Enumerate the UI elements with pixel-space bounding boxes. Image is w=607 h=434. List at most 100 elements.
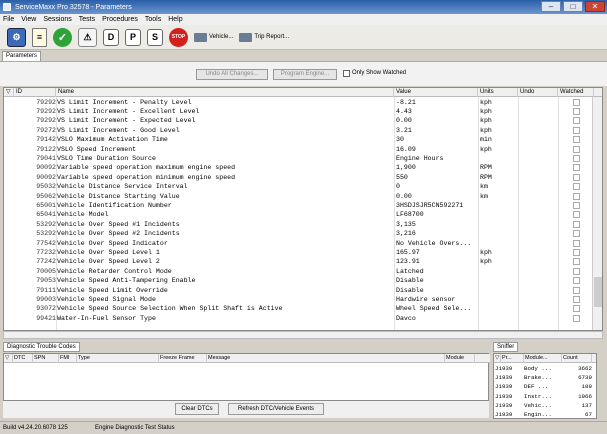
scroll-thumb[interactable] (594, 277, 602, 307)
watched-checkbox[interactable] (573, 117, 580, 125)
table-row[interactable]: 93072 Vehicle Speed Source Selection When… (4, 304, 594, 313)
check-icon[interactable]: ✓ (53, 27, 72, 47)
column-dtc[interactable]: DTC (13, 354, 33, 363)
parameters-scrollbar[interactable] (592, 97, 602, 330)
watched-checkbox[interactable] (573, 173, 580, 181)
column-name[interactable]: Name (56, 88, 394, 97)
vehicle-button[interactable]: Vehicle... (194, 32, 233, 42)
column-module[interactable]: Module (445, 354, 475, 363)
list-item[interactable]: J1939 Brake... 6739 (494, 373, 596, 382)
refresh-dtc-button[interactable]: Refresh DTC/Vehicle Events (228, 403, 324, 415)
undo-all-changes-button[interactable]: Undo All Changes... (196, 69, 268, 80)
clear-dtcs-button[interactable]: Clear DTCs (175, 403, 219, 415)
table-row[interactable]: 77542 Vehicle Over Speed Indicator No Vehi… (4, 239, 594, 248)
table-row[interactable]: 53292 Vehicle Over Speed #2 Incidents 3,21… (4, 229, 594, 238)
table-row[interactable]: 79041 VSLO Time Duration Source Engine Hou… (4, 154, 594, 163)
column-fmi[interactable]: FMI (59, 354, 77, 363)
menu-view[interactable]: View (21, 16, 36, 23)
menu-sessions[interactable]: Sessions (43, 16, 71, 23)
list-item[interactable]: J1939 DEF ... 109 (494, 382, 596, 391)
table-row[interactable]: 79142 VSLO Maximum Activation Time 30 min (4, 135, 594, 144)
p-button[interactable]: P (125, 28, 141, 46)
param-value[interactable]: Engine Hours (396, 154, 478, 163)
column-freeze-frame[interactable]: Freeze Frame (159, 354, 207, 363)
param-value[interactable]: Disable (396, 286, 478, 295)
dtc-sort-icon[interactable]: ▽ (4, 354, 13, 363)
param-value[interactable]: 16.09 (396, 145, 478, 154)
column-sniffer-module[interactable]: Module... (524, 354, 562, 363)
param-value[interactable]: No Vehicle Overs... (396, 239, 478, 248)
param-value[interactable]: 3,216 (396, 229, 478, 238)
list-item[interactable]: J1939 Body ... 3662 (494, 364, 596, 373)
table-row[interactable]: 79292 VS Limit Increment - Excellent Leve… (4, 107, 594, 116)
watched-checkbox[interactable] (573, 239, 580, 247)
menu-tools[interactable]: Tools (145, 16, 161, 23)
watched-checkbox[interactable] (573, 154, 580, 162)
column-message[interactable]: Message (207, 354, 445, 363)
table-row[interactable]: 65001 Vehicle Identification Number 3HSDJS… (4, 201, 594, 210)
list-item[interactable]: J1939 Engin... 67 (494, 410, 596, 418)
watched-checkbox[interactable] (573, 211, 580, 219)
table-row[interactable]: 65041 Vehicle Model LF68700 (4, 210, 594, 219)
d-button[interactable]: D (103, 28, 119, 46)
watched-checkbox[interactable] (573, 248, 580, 256)
only-show-watched-checkbox[interactable] (343, 70, 350, 77)
watched-checkbox[interactable] (573, 286, 580, 294)
close-button[interactable]: ✕ (585, 1, 605, 12)
column-undo[interactable]: Undo (518, 88, 558, 97)
list-item[interactable]: J1939 Instr... 1966 (494, 392, 596, 401)
param-value[interactable]: -8.21 (396, 98, 478, 107)
tools-icon[interactable]: ⚙ (7, 27, 26, 47)
watched-checkbox[interactable] (573, 277, 580, 285)
column-type[interactable]: Type (77, 354, 159, 363)
param-value[interactable]: 0.00 (396, 192, 478, 201)
watched-checkbox[interactable] (573, 314, 580, 322)
param-value[interactable]: 1,900 (396, 163, 478, 172)
column-count[interactable]: Count (562, 354, 592, 363)
param-value[interactable]: Hardwire sensor (396, 295, 478, 304)
param-value[interactable]: Latched (396, 267, 478, 276)
column-watched[interactable]: Watched (558, 88, 594, 97)
table-row[interactable]: 99003 Vehicle Speed Signal Mode Hardwire s… (4, 295, 594, 304)
table-row[interactable]: 79111 Vehicle Speed Limit Override Disable (4, 286, 594, 295)
watched-checkbox[interactable] (573, 220, 580, 228)
table-row[interactable]: 90092 Variable speed operation minimum en… (4, 173, 594, 182)
table-row[interactable]: 79053 Vehicle Speed Anti-Tampering Enable… (4, 276, 594, 285)
table-row[interactable]: 79272 VS Limit Increment - Good Level 3.21… (4, 126, 594, 135)
param-value[interactable]: 3.21 (396, 126, 478, 135)
column-units[interactable]: Units (478, 88, 518, 97)
param-value[interactable]: 30 (396, 135, 478, 144)
tab-sniffer[interactable]: Sniffer (493, 342, 519, 352)
sniffer-sort-icon[interactable]: ▽ (494, 354, 501, 363)
column-value[interactable]: Value (394, 88, 478, 97)
param-value[interactable]: Davco (396, 314, 478, 323)
table-row[interactable]: 90092 Variable speed operation maximum en… (4, 163, 594, 172)
column-protocol[interactable]: Pr... (501, 354, 524, 363)
menu-help[interactable]: Help (168, 16, 182, 23)
watched-checkbox[interactable] (573, 164, 580, 172)
table-row[interactable]: 70005 Vehicle Retarder Control Mode Latche… (4, 267, 594, 276)
s-button[interactable]: S (147, 28, 163, 46)
watched-checkbox[interactable] (573, 201, 580, 209)
param-value[interactable]: 3,135 (396, 220, 478, 229)
document-icon[interactable]: ≡ (32, 27, 47, 47)
param-value[interactable]: Wheel Speed Sele... (396, 304, 478, 313)
watched-checkbox[interactable] (573, 305, 580, 313)
param-value[interactable]: 165.97 (396, 248, 478, 257)
param-value[interactable]: 550 (396, 173, 478, 182)
param-value[interactable]: 4.43 (396, 107, 478, 116)
param-value[interactable]: 123.91 (396, 257, 478, 266)
table-row[interactable]: 77242 Vehicle Over Speed Level 2 123.91 kph (4, 257, 594, 266)
table-row[interactable]: 79292 VS Limit Increment - Penalty Level -… (4, 98, 594, 107)
watched-checkbox[interactable] (573, 126, 580, 134)
param-value[interactable]: 0 (396, 182, 478, 191)
list-item[interactable]: J1939 Vehic... 137 (494, 401, 596, 410)
watched-checkbox[interactable] (573, 230, 580, 238)
table-row[interactable]: 79292 VS Limit Increment - Expected Level… (4, 116, 594, 125)
watched-checkbox[interactable] (573, 145, 580, 153)
program-engine-button[interactable]: Program Engine... (273, 69, 337, 80)
param-value[interactable]: Disable (396, 276, 478, 285)
maximize-button[interactable]: □ (563, 1, 583, 12)
watched-checkbox[interactable] (573, 98, 580, 106)
minimize-button[interactable]: – (541, 1, 561, 12)
